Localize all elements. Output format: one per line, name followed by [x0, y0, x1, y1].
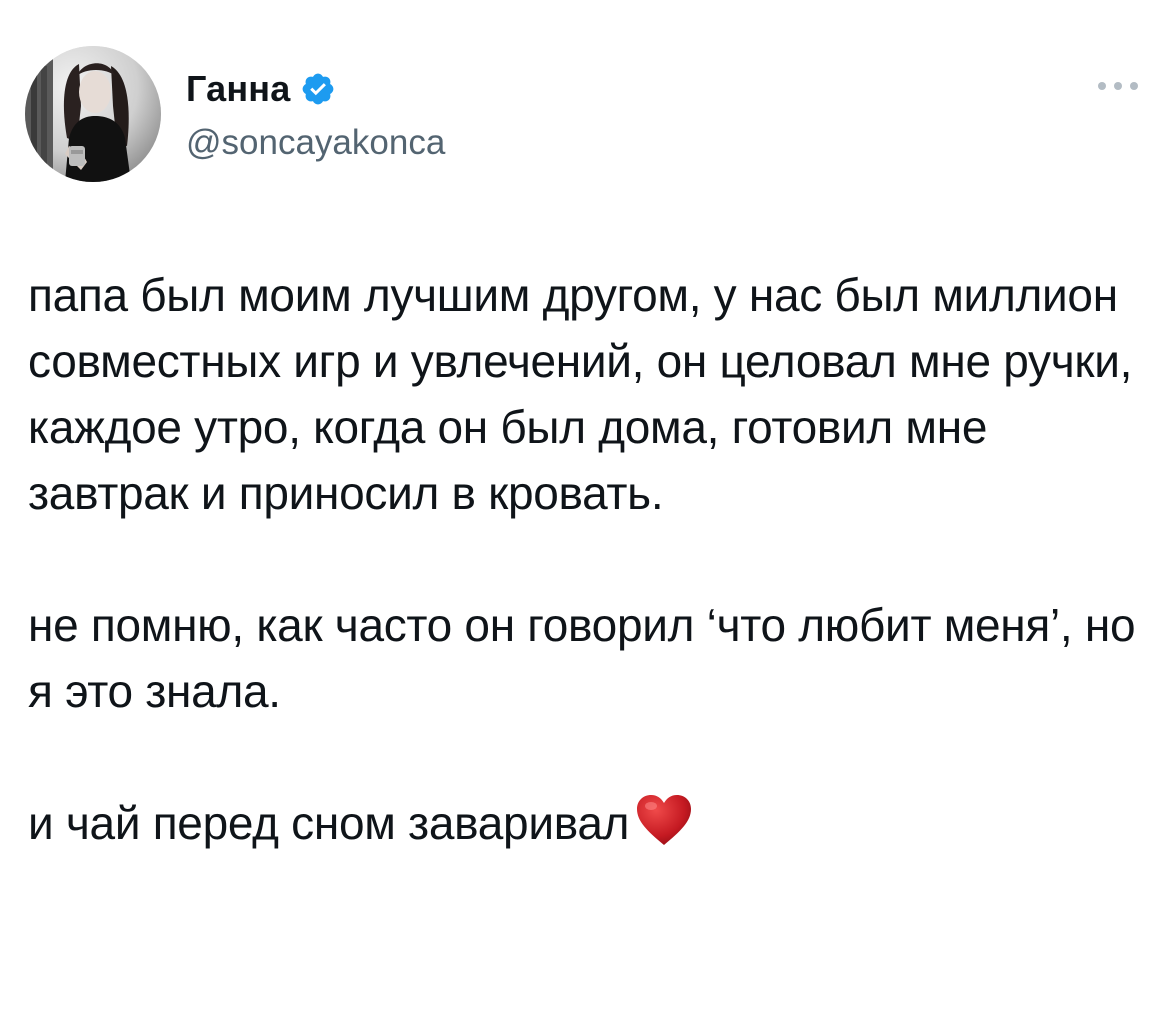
dot — [1098, 82, 1106, 90]
tweet-paragraph: и чай перед сном заваривал — [28, 790, 1138, 856]
author-display-name[interactable]: Ганна — [186, 66, 290, 112]
tweet-paragraph-text: не помню, как часто он говорил ‘что люби… — [28, 599, 1136, 717]
author-name-row: Ганна — [186, 66, 336, 112]
dot — [1114, 82, 1122, 90]
avatar[interactable] — [25, 46, 161, 182]
dot — [1130, 82, 1138, 90]
ellipsis-icon[interactable] — [1098, 78, 1138, 94]
red-heart-icon — [635, 793, 693, 847]
tweet-text: папа был моим лучшим другом, у нас был м… — [28, 262, 1138, 856]
author-handle[interactable]: @soncayakonca — [186, 120, 445, 166]
tweet-paragraph-text: и чай перед сном заваривал — [28, 797, 630, 849]
tweet-card: Ганна @soncayakonca папа был моим лучшим… — [0, 0, 1170, 1015]
verified-badge-icon — [300, 71, 336, 107]
avatar-image — [25, 46, 161, 182]
tweet-paragraph: папа был моим лучшим другом, у нас был м… — [28, 269, 1133, 519]
tweet-paragraph: не помню, как часто он говорил ‘что люби… — [28, 592, 1138, 724]
